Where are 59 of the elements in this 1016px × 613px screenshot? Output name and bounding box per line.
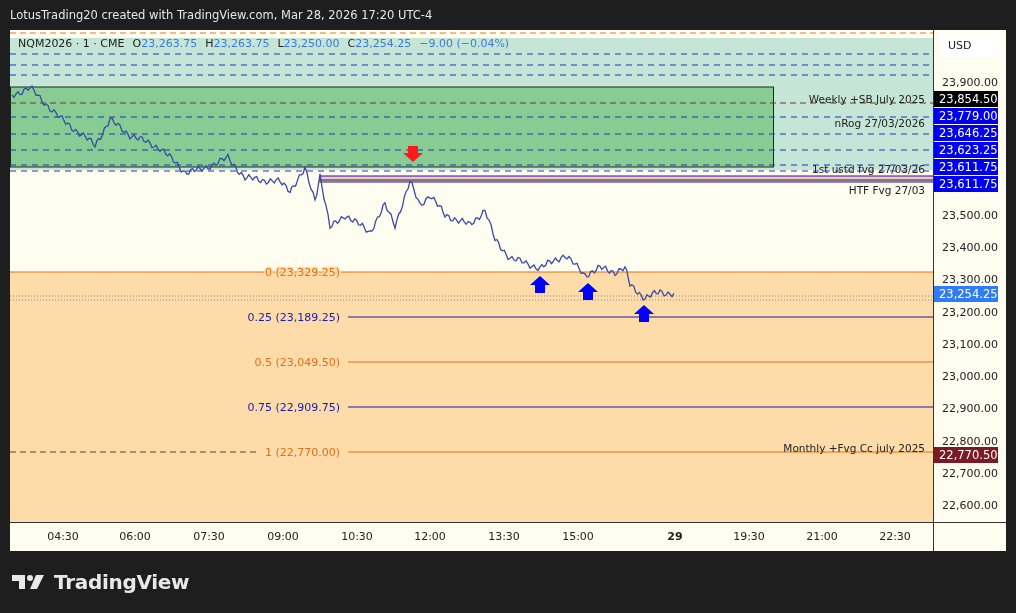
price-tick: 23,100.00 [942,337,998,351]
chart-annotation: nRog 27/03/2026 [834,117,925,129]
price-tick: 23,400.00 [942,240,998,254]
price-badge: 23,254.25 [934,286,998,302]
ohlc-value: 23,254.25 [355,37,412,50]
time-label: 19:30 [733,530,765,543]
fib-label: 0 (23,329.25) [264,266,340,279]
ohlc-value: 23,250.00 [283,37,340,50]
time-label: 21:00 [806,530,838,543]
attribution-text: LotusTrading20 created with TradingView.com, Mar 28, 2026 17:20 UTC-4 [9,7,434,24]
ohlc-label: C [347,37,356,50]
logo-icon [12,573,46,591]
fib-label: 1 (22,770.00) [264,446,340,459]
time-label: 12:00 [414,530,446,543]
price-badge: 23,623.25 [934,142,998,158]
chart-annotation: 1st ustd fvg 27/03/26 [812,163,925,175]
price-tick: 22,700.00 [942,466,998,480]
brand-name: TradingView [54,570,190,594]
ohlc-label: O [132,37,142,50]
chart-annotation: Monthly +Fvg Cc july 2025 [783,442,925,454]
price-tick: 22,800.00 [942,434,998,447]
time-label: 15:00 [562,530,594,543]
chart-annotation: HTF Fvg 27/03 [848,184,925,196]
time-label: 22:30 [879,530,911,543]
time-label: 10:30 [341,530,373,543]
symbol-label: NQM2026 · 1 · CME [18,37,125,50]
fib-label: 0.75 (22,909.75) [247,401,340,414]
price-tick: 23,200.00 [942,305,998,319]
price-badge: 23,779.00 [934,108,998,124]
ohlc-value: 23,263.75 [213,37,270,50]
time-label: 04:30 [47,530,79,543]
up-arrow-icon [530,276,550,293]
time-label: 09:00 [267,530,299,543]
price-change: −9.00 (−0.04%) [419,37,510,50]
price-badge: 22,770.50 [934,447,998,463]
price-tick: 22,600.00 [942,498,998,512]
time-label: 06:00 [119,530,151,543]
price-badge: 23,611.75 [934,159,998,175]
price-tick: 22,900.00 [942,401,998,415]
ohlc-value: 23,263.75 [141,37,198,50]
fib-label: 0.5 (23,049.50) [254,356,340,369]
ohlc-label: L [277,37,284,50]
time-label: 07:30 [193,530,225,543]
price-tick: 23,000.00 [942,369,998,383]
ohlc-label: H [205,37,214,50]
time-label: 13:30 [488,530,520,543]
price-badge: 23,646.25 [934,125,998,141]
currency-button[interactable]: USD [940,33,1000,57]
chart-annotation: Weekly +SB July 2025 [808,93,925,105]
price-badge: 23,611.75 [934,176,998,192]
price-badge: 23,854.50 [934,91,998,107]
date-label: 29 [667,530,683,543]
up-arrow-icon [634,305,654,322]
price-tick: 23,500.00 [942,208,998,222]
fib-label: 0.25 (23,189.25) [247,311,340,324]
price-tick: 23,300.00 [942,272,998,286]
up-arrow-icon [578,283,598,300]
price-tick: 23,900.00 [942,75,998,89]
down-arrow-icon [403,146,423,162]
